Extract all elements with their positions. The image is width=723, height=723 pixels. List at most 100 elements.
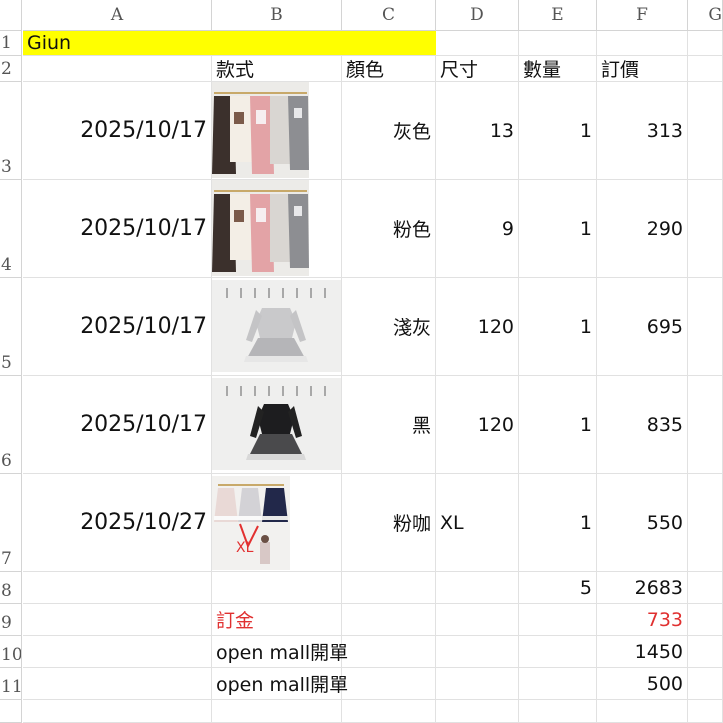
empty-cell[interactable] (436, 700, 519, 723)
row-header-11[interactable]: 11 (0, 668, 22, 700)
row-header-5[interactable]: 5 (0, 278, 22, 376)
empty-cell[interactable] (597, 700, 688, 723)
order-2-size[interactable]: 9 (436, 180, 519, 278)
extra-2-label[interactable]: open mall開單 (212, 668, 348, 700)
row-header-7[interactable]: 7 (0, 474, 22, 572)
select-all-corner[interactable] (0, 0, 22, 31)
empty-cell[interactable] (342, 700, 436, 723)
row-header-8[interactable]: 8 (0, 572, 22, 604)
empty-cell[interactable] (212, 572, 342, 604)
header-style[interactable]: 款式 (212, 56, 342, 82)
order-1-date[interactable]: 2025/10/17 (23, 82, 212, 180)
order-5-color[interactable]: 粉咖 (342, 474, 436, 572)
empty-cell[interactable] (688, 572, 723, 604)
total-qty[interactable]: 5 (519, 572, 597, 604)
empty-cell[interactable] (342, 636, 436, 668)
empty-cell[interactable] (436, 636, 519, 668)
row-header-2[interactable]: 2 (0, 56, 22, 82)
order-4-size[interactable]: 120 (436, 376, 519, 474)
order-4-price[interactable]: 835 (597, 376, 688, 474)
column-header-b[interactable]: B (212, 0, 342, 31)
header-size[interactable]: 尺寸 (436, 56, 519, 82)
empty-cell[interactable] (342, 604, 436, 636)
empty-cell[interactable] (597, 31, 688, 56)
sheet-title-cell[interactable]: Giun (23, 31, 436, 56)
empty-cell[interactable] (688, 636, 723, 668)
column-header-d[interactable]: D (436, 0, 519, 31)
order-4-date[interactable]: 2025/10/17 (23, 376, 212, 474)
order-2-price[interactable]: 290 (597, 180, 688, 278)
row-header-4[interactable]: 4 (0, 180, 22, 278)
extra-1-value[interactable]: 1450 (597, 636, 688, 668)
header-qty[interactable]: 數量 (519, 56, 597, 82)
empty-cell[interactable] (519, 604, 597, 636)
empty-cell[interactable] (688, 376, 723, 474)
row-header-6[interactable]: 6 (0, 376, 22, 474)
order-3-qty[interactable]: 1 (519, 278, 597, 376)
order-2-color[interactable]: 粉色 (342, 180, 436, 278)
empty-cell[interactable] (23, 56, 212, 82)
empty-cell[interactable] (436, 31, 519, 56)
order-1-price[interactable]: 313 (597, 82, 688, 180)
column-header-g[interactable]: G (688, 0, 723, 31)
empty-cell[interactable] (688, 668, 723, 700)
hanging-cardigans-photo[interactable] (212, 82, 309, 178)
order-5-size[interactable]: XL (436, 474, 519, 572)
order-3-date[interactable]: 2025/10/17 (23, 278, 212, 376)
three-dresses-photo[interactable]: XL (212, 476, 290, 570)
row-header-12[interactable] (0, 700, 22, 723)
deposit-value[interactable]: 733 (597, 604, 688, 636)
deposit-label[interactable]: 訂金 (212, 604, 342, 636)
order-3-price[interactable]: 695 (597, 278, 688, 376)
order-4-color[interactable]: 黑 (342, 376, 436, 474)
order-3-size[interactable]: 120 (436, 278, 519, 376)
empty-cell[interactable] (688, 180, 723, 278)
column-header-c[interactable]: C (342, 0, 436, 31)
empty-cell[interactable] (342, 668, 436, 700)
empty-cell[interactable] (688, 700, 723, 723)
empty-cell[interactable] (688, 278, 723, 376)
order-2-date[interactable]: 2025/10/17 (23, 180, 212, 278)
empty-cell[interactable] (23, 604, 212, 636)
empty-cell[interactable] (519, 668, 597, 700)
extra-2-value[interactable]: 500 (597, 668, 688, 700)
row-header-10[interactable]: 10 (0, 636, 22, 668)
row-header-3[interactable]: 3 (0, 82, 22, 180)
empty-cell[interactable] (23, 572, 212, 604)
column-header-a[interactable]: A (23, 0, 212, 31)
empty-cell[interactable] (519, 31, 597, 56)
empty-cell[interactable] (436, 604, 519, 636)
order-1-qty[interactable]: 1 (519, 82, 597, 180)
order-5-price[interactable]: 550 (597, 474, 688, 572)
empty-cell[interactable] (436, 668, 519, 700)
header-price[interactable]: 訂價 (597, 56, 688, 82)
order-4-qty[interactable]: 1 (519, 376, 597, 474)
empty-cell[interactable] (688, 604, 723, 636)
row-header-1[interactable]: 1 (0, 31, 22, 56)
order-5-date[interactable]: 2025/10/27 (23, 474, 212, 572)
order-2-qty[interactable]: 1 (519, 180, 597, 278)
order-3-color[interactable]: 淺灰 (342, 278, 436, 376)
total-price[interactable]: 2683 (597, 572, 688, 604)
row-header-9[interactable]: 9 (0, 604, 22, 636)
order-5-qty[interactable]: 1 (519, 474, 597, 572)
column-header-f[interactable]: F (597, 0, 688, 31)
grey-dress-photo[interactable] (212, 280, 341, 372)
empty-cell[interactable] (23, 668, 212, 700)
empty-cell[interactable] (23, 636, 212, 668)
black-dress-photo[interactable] (212, 378, 341, 470)
order-1-size[interactable]: 13 (436, 82, 519, 180)
order-1-color[interactable]: 灰色 (342, 82, 436, 180)
hanging-cardigans-photo-2[interactable] (212, 180, 309, 276)
empty-cell[interactable] (342, 572, 436, 604)
column-header-e[interactable]: E (519, 0, 597, 31)
empty-cell[interactable] (212, 700, 342, 723)
empty-cell[interactable] (519, 700, 597, 723)
empty-cell[interactable] (688, 82, 723, 180)
empty-cell[interactable] (23, 700, 212, 723)
empty-cell[interactable] (519, 636, 597, 668)
empty-cell[interactable] (688, 56, 723, 82)
empty-cell[interactable] (688, 474, 723, 572)
header-color[interactable]: 顏色 (342, 56, 436, 82)
empty-cell[interactable] (688, 31, 723, 56)
